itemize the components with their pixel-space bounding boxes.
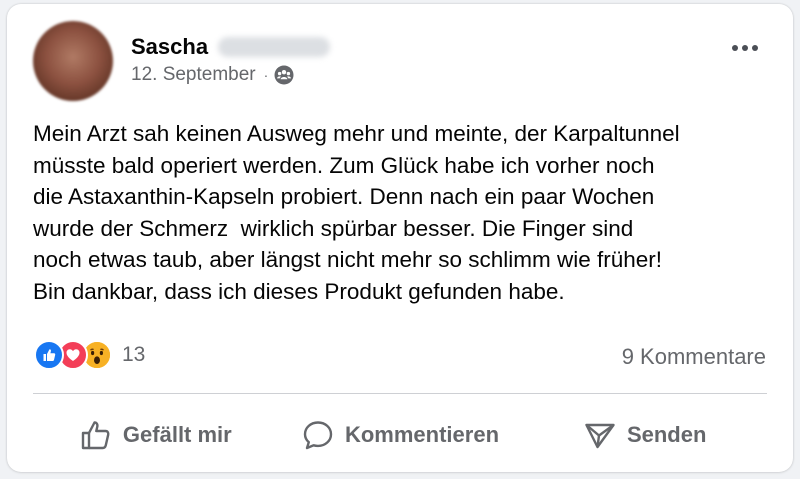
share-button-label: Senden [626, 422, 707, 447]
post-text: Mein Arzt sah keinen Ausweg mehr und mei… [33, 121, 680, 304]
send-arrow-icon [585, 423, 615, 449]
post-meta: 12. September · [131, 64, 294, 86]
post-card: Sascha 12. September · Mein Arzt sah kei… [7, 4, 793, 472]
friends-icon[interactable] [274, 65, 294, 85]
post-date[interactable]: 12. September [131, 64, 256, 86]
reactions-summary[interactable]: 13 [34, 340, 145, 370]
more-dot-icon [742, 45, 748, 51]
author-surname-redacted [218, 37, 331, 57]
comment-bubble-icon [303, 421, 333, 450]
author-first-name[interactable]: Sascha [131, 34, 208, 60]
comment-button-label: Kommentieren [344, 422, 500, 447]
author-name[interactable]: Sascha [131, 34, 331, 60]
meta-separator: · [263, 67, 269, 83]
like-reaction-icon [34, 340, 64, 370]
reaction-count[interactable]: 13 [122, 343, 145, 367]
more-options-button[interactable] [725, 32, 765, 64]
post-actions-bar: Gefällt mir Kommentieren Senden [33, 406, 767, 464]
more-dot-icon [752, 45, 758, 51]
divider [33, 393, 767, 394]
avatar[interactable] [33, 21, 113, 101]
comments-count-link[interactable]: 9 Kommentare [622, 344, 766, 370]
comment-button[interactable]: Kommentieren [278, 406, 523, 464]
thumbs-up-icon [81, 421, 110, 450]
like-button-label: Gefällt mir [122, 422, 232, 447]
share-button[interactable]: Senden [522, 406, 767, 464]
like-button[interactable]: Gefällt mir [33, 406, 278, 464]
more-dot-icon [732, 45, 738, 51]
